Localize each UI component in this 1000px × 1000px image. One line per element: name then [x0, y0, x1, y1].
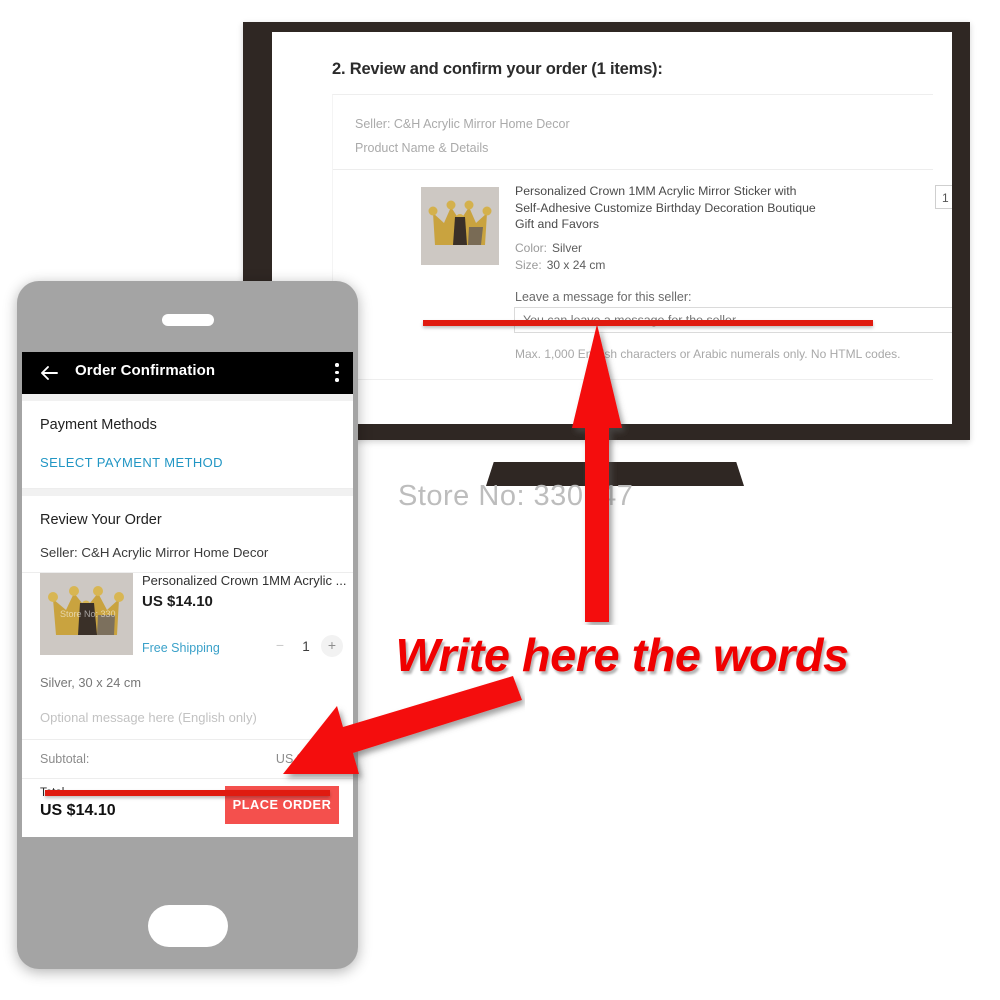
up-arrow-annotation — [572, 324, 622, 622]
desktop-divider — [333, 169, 933, 170]
section-gap — [22, 489, 353, 496]
phone-message-highlight-underline — [45, 790, 330, 796]
desktop-product-thumbnail — [421, 187, 499, 265]
product-thumbnail: Store No: 330 — [40, 573, 133, 655]
total-value: US $14.10 — [40, 802, 116, 819]
desktop-size-value: 30 x 24 cm — [546, 258, 606, 272]
product-title: Personalized Crown 1MM Acrylic ... — [142, 573, 347, 588]
app-bar: Order Confirmation — [22, 352, 353, 394]
mobile-phone-mockup: Order Confirmation Payment Methods SELEC… — [17, 281, 358, 969]
screenshot-canvas: 2. Review and confirm your order (1 item… — [0, 0, 1000, 1000]
shipping-label: Free Shipping — [142, 641, 220, 655]
svg-text:Store No: 330: Store No: 330 — [60, 609, 116, 619]
payment-methods-title: Payment Methods — [40, 417, 157, 433]
desktop-size-label: Size: — [515, 258, 542, 272]
quantity-decrease-button[interactable]: − — [269, 635, 291, 657]
payment-methods-card: Payment Methods SELECT PAYMENT METHOD — [22, 401, 353, 489]
review-order-title: Review Your Order — [40, 512, 162, 528]
desktop-message-highlight-underline — [423, 320, 873, 326]
product-price: US $14.10 — [142, 593, 213, 610]
select-payment-method-button[interactable]: SELECT PAYMENT METHOD — [40, 433, 335, 488]
quantity-increase-button[interactable]: + — [321, 635, 343, 657]
desktop-message-label: Leave a message for this seller: — [515, 290, 692, 304]
kebab-menu-icon[interactable] — [335, 363, 339, 383]
desktop-product-attributes: Color: Silver Size: 30 x 24 cm — [515, 240, 605, 274]
desktop-seller-name: Seller: C&H Acrylic Mirror Home Decor — [355, 117, 570, 131]
desktop-color-value: Silver — [552, 241, 583, 255]
section-gap — [22, 394, 353, 401]
desktop-column-header: Product Name & Details — [355, 141, 489, 155]
desktop-page-title: 2. Review and confirm your order (1 item… — [332, 60, 663, 78]
quantity-stepper[interactable]: − 1 + — [269, 635, 343, 657]
desktop-product-title: Personalized Crown 1MM Acrylic Mirror St… — [515, 184, 816, 231]
desktop-color-label: Color: — [515, 241, 548, 255]
annotation-text: Write here the words — [395, 629, 850, 681]
arrow-left-icon[interactable] — [39, 363, 59, 383]
down-left-arrow-annotation — [283, 676, 522, 774]
subtotal-label: Subtotal: — [40, 752, 90, 766]
app-bar-title: Order Confirmation — [75, 362, 216, 379]
review-seller-name: Seller: C&H Acrylic Mirror Home Decor — [40, 545, 269, 560]
order-product-row[interactable]: Store No: 330 Personalized Crown 1MM Acr… — [22, 573, 353, 669]
desktop-quantity-input[interactable]: 1 — [935, 185, 952, 209]
phone-earpiece-speaker — [161, 314, 214, 326]
quantity-value: 1 — [302, 638, 310, 654]
